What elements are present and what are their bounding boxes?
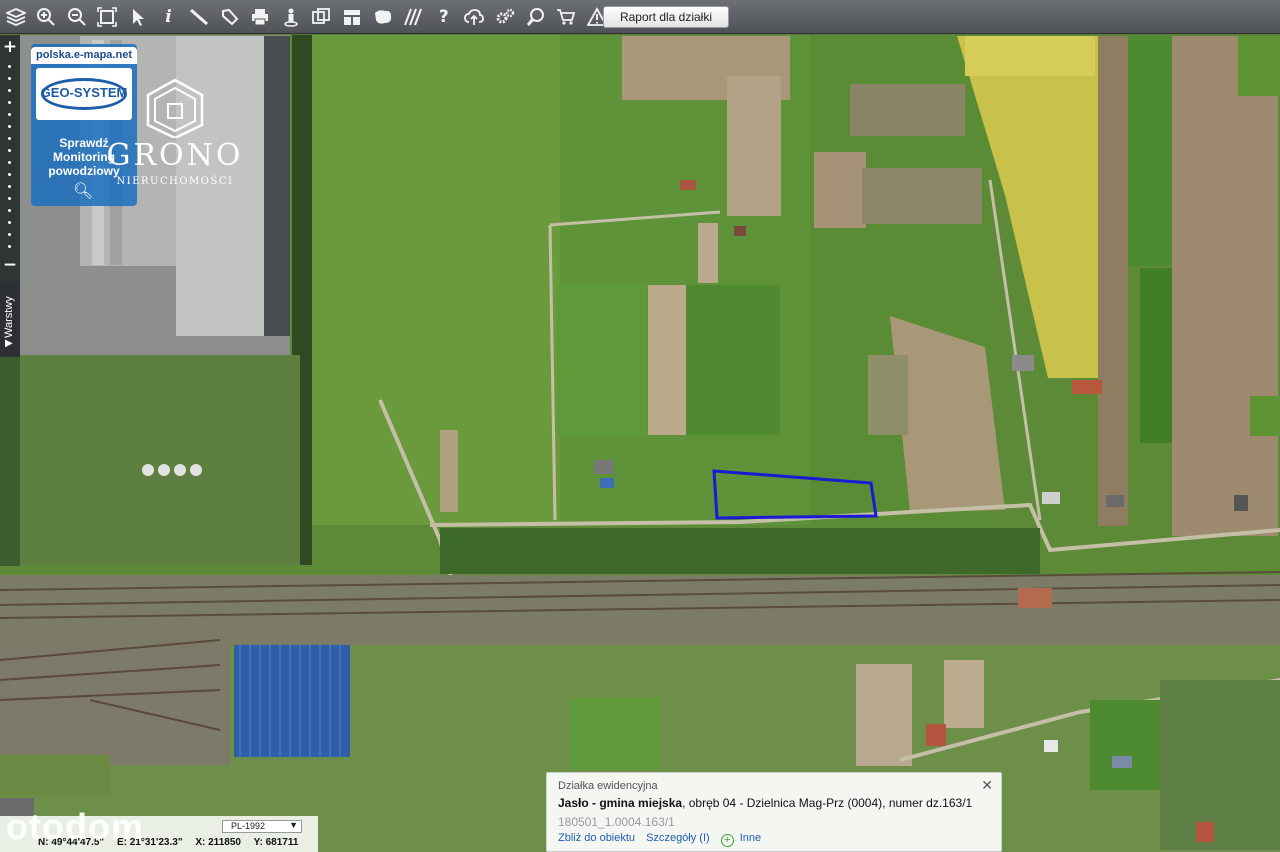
parcel-info-popup: Działka ewidencyjna ✕ Jasło - gmina miej… [546,772,1002,852]
zoom-level-dot[interactable] [8,137,11,140]
measure-area-icon[interactable] [218,5,241,29]
parcel-description: Jasło - gmina miejska, obręb 04 - Dzieln… [558,796,972,810]
y-coordinate: Y: 681711 [253,837,299,848]
zoom-out-button[interactable]: − [0,255,20,275]
badge-url: polska.e-mapa.net [31,47,137,64]
pointer-icon[interactable] [126,5,149,29]
zoom-extent-icon[interactable] [96,5,119,29]
map-icon[interactable] [371,5,394,29]
parcel-identifier: 180501_1.0004.163/1 [558,815,675,829]
parcel-place: Jasło - gmina miejska [558,796,683,810]
measure-distance-icon[interactable] [188,5,211,29]
layout-icon[interactable] [341,5,364,29]
zoom-in-button[interactable]: + [0,37,20,57]
zoom-level-dot[interactable] [8,245,11,248]
zoom-level-dot[interactable] [8,101,11,104]
zoom-level-dot[interactable] [8,149,11,152]
zoom-level-dot[interactable] [8,173,11,176]
search-parcel-icon[interactable] [524,5,547,29]
upload-cloud-icon[interactable] [463,5,486,29]
grono-logo-icon [146,78,204,138]
grono-subtitle: NIERUCHOMOŚCI [116,176,234,187]
layers-tab-label: Warstwy [3,296,15,338]
info-icon[interactable]: i [157,5,180,29]
plus-circle-icon[interactable]: + [720,834,734,847]
grono-watermark: GRONO NIERUCHOMOŚCI [90,78,260,198]
zoom-level-dot[interactable] [8,125,11,128]
expand-arrow-icon: ▶ [5,338,13,349]
otodom-watermark: otodom [6,806,144,847]
zoom-level-dot[interactable] [8,113,11,116]
coordinates-icon[interactable] [310,5,333,29]
crs-select[interactable]: PL-1992 ▼ [222,820,302,833]
settings-icon[interactable] [494,5,517,29]
zoom-in-icon[interactable] [35,5,58,29]
zoom-level-dot[interactable] [8,221,11,224]
x-coordinate: X: 211850 [195,837,241,848]
popup-title: Działka ewidencyjna [558,780,658,792]
layers-icon[interactable] [4,5,27,29]
close-icon[interactable]: ✕ [981,777,993,794]
other-link[interactable]: Inne [740,832,761,844]
zoom-level-dot[interactable] [8,233,11,236]
cart-icon[interactable] [555,5,578,29]
report-button[interactable]: Raport dla działki [603,6,729,28]
grono-name: GRONO [106,138,244,173]
crs-value: PL-1992 [231,821,266,831]
zoom-level-dot[interactable] [8,77,11,80]
zoom-level-dot[interactable] [8,65,11,68]
parcel-number: , numer dz.163/1 [882,796,973,810]
zoom-to-object-link[interactable]: Zbliż do obiektu [558,832,635,844]
layers-tab[interactable]: Warstwy ▶ [0,282,20,356]
parcel-obreb: , obręb 04 - Dzielnica Mag-Prz (0004) [682,796,883,810]
details-link[interactable]: Szczegóły (I) [646,832,710,844]
zoom-level-dot[interactable] [8,185,11,188]
hatch-icon[interactable] [402,5,425,29]
zoom-level-dot[interactable] [8,197,11,200]
zoom-level-dot[interactable] [8,161,11,164]
help-icon[interactable]: ? [432,5,455,29]
chevron-down-icon: ▼ [289,820,298,830]
print-icon[interactable] [249,5,272,29]
zoom-level-dot[interactable] [8,89,11,92]
zoom-level-dot[interactable] [8,209,11,212]
toolbar: i ? Raport dla działki [0,0,1280,34]
zoom-out-icon[interactable] [65,5,88,29]
street-view-icon[interactable] [279,5,302,29]
popup-links: Zbliż do obiektu Szczegóły (I) + Inne [558,832,769,847]
